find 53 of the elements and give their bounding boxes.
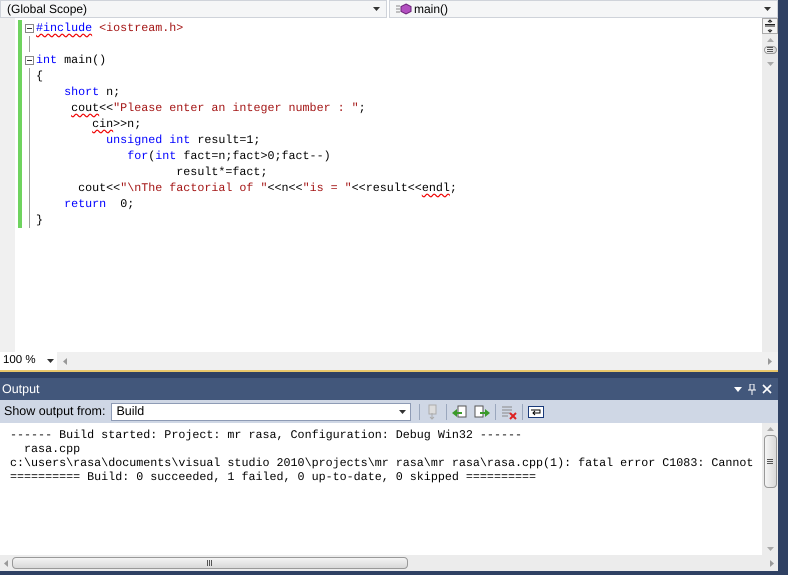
previous-message-icon[interactable]: [451, 404, 470, 420]
scroll-up-icon[interactable]: [766, 38, 774, 42]
output-source-label: Show output from:: [4, 403, 106, 420]
member-dropdown[interactable]: main(): [389, 0, 778, 18]
scope-dropdown[interactable]: (Global Scope): [0, 0, 387, 18]
split-icon[interactable]: [762, 18, 778, 34]
code-line: }: [36, 212, 44, 228]
scroll-down-icon[interactable]: [766, 62, 774, 66]
dropdown-caret-icon: [399, 410, 406, 414]
scroll-left-icon[interactable]: [4, 560, 8, 566]
output-horizontal-scrollbar[interactable]: [0, 555, 778, 571]
output-line: ========== Build: 0 succeeded, 1 failed, 0 up-to-date, 0 skipped ==========: [10, 470, 538, 484]
scroll-right-icon[interactable]: [770, 560, 774, 566]
code-line: unsigned int result=1;: [105, 132, 260, 148]
code-line: for(int fact=n;fact>0;fact--): [126, 148, 331, 164]
output-source-dropdown[interactable]: Build: [111, 402, 412, 420]
scroll-thumb[interactable]: [764, 435, 776, 488]
zoom-dropdown[interactable]: 100 %: [0, 352, 57, 370]
code-line: int main(): [36, 52, 106, 68]
scroll-up-icon[interactable]: [766, 427, 774, 431]
code-line: result*=fact;: [175, 164, 268, 180]
dropdown-caret-icon: [373, 7, 380, 11]
close-icon[interactable]: [762, 384, 772, 394]
next-message-icon[interactable]: [473, 404, 492, 420]
grip-icon: [767, 458, 773, 464]
dropdown-caret-icon[interactable]: [734, 386, 742, 392]
dropdown-caret-icon: [47, 359, 54, 363]
code-line: return 0;: [63, 196, 134, 212]
panel-title: Output: [2, 380, 40, 398]
scroll-right-icon[interactable]: [768, 358, 772, 364]
code-line: cout<<"\nThe factorial of "<<n<<"is = "<<result<<endl;: [77, 180, 457, 196]
code-line: #include <iostream.h>: [36, 20, 184, 36]
scroll-left-icon[interactable]: [63, 358, 67, 364]
grip-icon: [207, 560, 213, 566]
output-vertical-scrollbar[interactable]: [762, 423, 778, 555]
scroll-thumb[interactable]: [12, 557, 408, 569]
code-line: short n;: [63, 84, 120, 100]
grip-icon: [767, 47, 773, 53]
clear-all-icon[interactable]: [500, 404, 518, 420]
pin-icon[interactable]: [748, 384, 756, 394]
method-icon: [396, 3, 412, 15]
code-line: cin>>n;: [91, 116, 142, 132]
output-line: c:\users\rasa\documents\visual studio 2010\projects\mr rasa\mr rasa\rasa.cpp(1): fatal error C1083: Cannot: [10, 456, 754, 470]
output-line: rasa.cpp: [23, 442, 82, 456]
word-wrap-icon[interactable]: [527, 404, 546, 420]
dropdown-caret-icon: [764, 7, 771, 11]
collapse-icon[interactable]: [24, 24, 34, 32]
scroll-down-icon[interactable]: [766, 547, 774, 551]
collapse-icon[interactable]: [24, 56, 34, 64]
code-line: cout<<"Please enter an integer number : ";: [70, 100, 366, 116]
scroll-thumb[interactable]: [764, 46, 776, 54]
code-line: {: [36, 68, 44, 84]
output-line: ------ Build started: Project: mr rasa, Configuration: Debug Win32 ------: [10, 428, 523, 442]
